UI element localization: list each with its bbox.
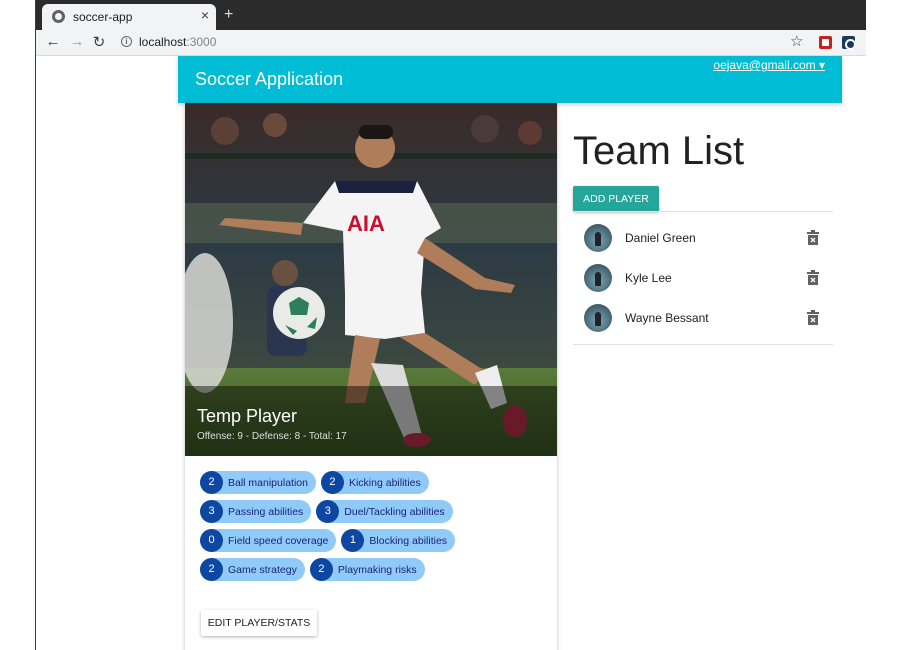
browser-tab[interactable]: soccer-app × [42, 4, 216, 30]
skill-value: 0 [200, 529, 223, 552]
skill-chip[interactable]: 2 Kicking abilities [320, 471, 429, 494]
svg-text:AIA: AIA [347, 211, 385, 236]
team-member-item[interactable]: Daniel Green [573, 218, 833, 258]
player-stats-summary: Offense: 9 - Defense: 8 - Total: 17 [197, 431, 347, 442]
trash-icon[interactable] [806, 270, 820, 286]
globe-icon [52, 10, 65, 23]
player-card: AIA Temp Player Offense: 9 - Defense: 8 … [185, 103, 557, 650]
skill-chip[interactable]: 1 Blocking abilities [341, 529, 456, 552]
skill-row: 0 Field speed coverage 1 Blocking abilitie… [200, 529, 550, 552]
skill-row: 3 Passing abilities 3 Duel/Tackling abilit… [200, 500, 550, 523]
skill-chip[interactable]: 3 Duel/Tackling abilities [316, 500, 453, 523]
browser-toolbar: ← → ↻ i localhost:3000 ☆ [36, 30, 866, 56]
page-viewport: Soccer Application oejava@gmail.com ▾ AI… [36, 56, 866, 650]
team-member-item[interactable]: Kyle Lee [573, 258, 833, 298]
skill-chip[interactable]: 2 Playmaking risks [309, 558, 425, 581]
skill-row: 2 Game strategy 2 Playmaking risks [200, 558, 550, 581]
skill-row: 2 Ball manipulation 2 Kicking abilities [200, 471, 550, 494]
desktop: soccer-app × + ← → ↻ i localhost:3000 ☆ … [0, 0, 900, 650]
skill-value: 2 [309, 558, 333, 581]
extension-icon[interactable] [819, 36, 832, 49]
tab-strip: soccer-app × + [36, 0, 866, 30]
team-list-title: Team List [573, 129, 745, 173]
avatar [584, 224, 612, 252]
desktop-right-edge [866, 0, 900, 650]
skill-chip[interactable]: 0 Field speed coverage [200, 529, 337, 552]
skill-value: 1 [341, 529, 365, 552]
skill-label: Field speed coverage [228, 534, 329, 547]
skill-chip[interactable]: 2 Ball manipulation [200, 471, 316, 494]
reload-icon[interactable]: ↻ [90, 33, 108, 51]
skill-value: 2 [320, 471, 344, 494]
skill-chip[interactable]: 3 Passing abilities [200, 500, 312, 523]
skill-value: 3 [200, 500, 223, 523]
skill-label: Playmaking risks [337, 563, 417, 576]
skill-value: 2 [200, 471, 223, 494]
info-icon[interactable]: i [121, 36, 132, 47]
url-port: :3000 [186, 35, 217, 49]
tab-title: soccer-app [73, 10, 133, 24]
player-name: Temp Player [197, 406, 298, 426]
member-name: Daniel Green [625, 231, 696, 245]
arrow-left-icon[interactable]: ← [44, 33, 62, 50]
avatar [584, 264, 612, 292]
url-host: localhost [139, 35, 187, 49]
skill-chips: 2 Ball manipulation 2 Kicking abilities 3P… [200, 471, 550, 587]
trash-icon[interactable] [806, 230, 820, 246]
team-member-item[interactable]: Wayne Bessant [573, 298, 833, 338]
edit-player-button[interactable]: EDIT PLAYER/STATS [201, 610, 317, 636]
trash-icon[interactable] [806, 310, 820, 326]
arrow-right-icon[interactable]: → [68, 33, 86, 50]
skill-label: Blocking abilities [369, 534, 448, 547]
app-bar: Soccer Application oejava@gmail.com ▾ [178, 56, 842, 103]
browser-window: soccer-app × + ← → ↻ i localhost:3000 ☆ … [36, 0, 866, 650]
star-icon[interactable]: ☆ [790, 32, 803, 50]
member-name: Wayne Bessant [625, 311, 709, 325]
member-name: Kyle Lee [625, 271, 672, 285]
new-tab-icon[interactable]: + [224, 6, 233, 24]
desktop-left-edge [0, 0, 36, 650]
skill-chip[interactable]: 2 Game strategy [200, 558, 305, 581]
add-player-button[interactable]: ADD PLAYER [573, 186, 659, 212]
address-bar[interactable]: localhost:3000 [139, 35, 216, 49]
user-menu[interactable]: oejava@gmail.com ▾ [713, 58, 825, 72]
extension-icon[interactable] [842, 36, 856, 50]
skill-label: Kicking abilities [348, 476, 421, 489]
skill-label: Game strategy [228, 563, 297, 576]
skill-value: 2 [200, 558, 223, 581]
avatar [584, 304, 612, 332]
skill-label: Duel/Tackling abilities [344, 505, 445, 518]
skill-label: Ball manipulation [228, 476, 308, 489]
skill-label: Passing abilities [228, 505, 304, 518]
app-title: Soccer Application [195, 69, 344, 89]
close-tab-icon[interactable]: × [198, 7, 212, 23]
skill-value: 3 [316, 500, 340, 523]
team-list: Daniel Green Kyle Lee Wayne Bessant [573, 211, 833, 345]
